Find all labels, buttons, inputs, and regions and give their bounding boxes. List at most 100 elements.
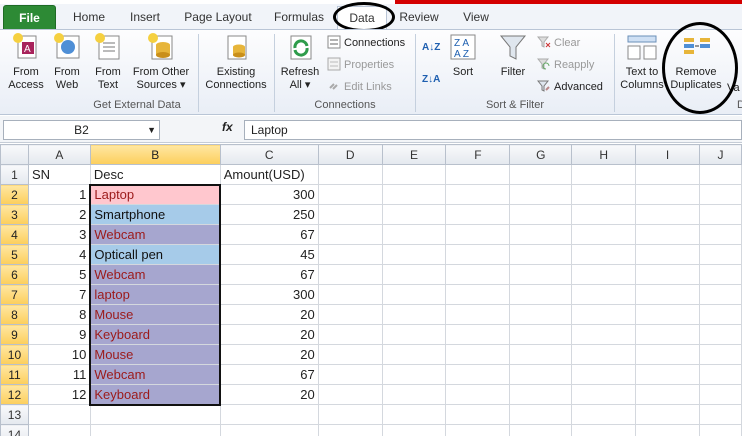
from-access-button[interactable]: A From Access	[6, 32, 46, 92]
tab-page-layout[interactable]: Page Layout	[183, 6, 253, 29]
clear-button[interactable]: Clear	[536, 34, 580, 52]
cell[interactable]	[698, 164, 742, 185]
cell[interactable]	[635, 364, 700, 385]
cell[interactable]	[381, 364, 447, 385]
cell[interactable]	[381, 424, 447, 436]
cell[interactable]	[698, 324, 742, 345]
cell[interactable]	[509, 264, 573, 285]
cell[interactable]	[635, 424, 700, 436]
cell-selected[interactable]: laptop	[89, 284, 222, 305]
cell[interactable]	[509, 404, 573, 425]
cell[interactable]	[571, 184, 637, 205]
cell[interactable]	[635, 324, 700, 345]
cell[interactable]: 3	[27, 224, 91, 245]
advanced-filter-button[interactable]: Advanced	[536, 78, 603, 96]
tab-review[interactable]: Review	[395, 6, 443, 29]
cell[interactable]	[509, 164, 573, 185]
cell[interactable]	[317, 384, 383, 405]
sort-descending-button[interactable]: Z↓A	[422, 70, 440, 88]
cell[interactable]	[509, 224, 573, 245]
cell[interactable]	[445, 244, 511, 265]
cell[interactable]	[317, 164, 383, 185]
cell[interactable]	[635, 244, 700, 265]
column-header-g[interactable]: G	[509, 144, 573, 165]
cell[interactable]: 10	[27, 344, 91, 365]
cell[interactable]	[635, 344, 700, 365]
cell[interactable]	[509, 384, 573, 405]
cell[interactable]: 9	[27, 324, 91, 345]
cell[interactable]: 20	[219, 324, 319, 345]
cell[interactable]	[571, 244, 637, 265]
cell[interactable]	[698, 184, 742, 205]
cell[interactable]	[317, 264, 383, 285]
cell[interactable]	[698, 384, 742, 405]
cell[interactable]: 12	[27, 384, 91, 405]
cell[interactable]	[445, 384, 511, 405]
edit-links-button[interactable]: Edit Links	[327, 78, 392, 96]
cell[interactable]	[571, 284, 637, 305]
cell[interactable]	[635, 164, 700, 185]
cell[interactable]	[317, 204, 383, 225]
cell[interactable]	[381, 264, 447, 285]
cell[interactable]	[698, 204, 742, 225]
tab-formulas[interactable]: Formulas	[269, 6, 329, 29]
text-to-columns-button[interactable]: Text to Columns	[619, 32, 665, 92]
cell[interactable]	[381, 344, 447, 365]
cell[interactable]	[445, 164, 511, 185]
select-all-corner[interactable]	[0, 144, 29, 165]
cell[interactable]	[698, 224, 742, 245]
cell-selected[interactable]: Opticall pen	[89, 244, 222, 265]
cell[interactable]	[317, 244, 383, 265]
refresh-all-button[interactable]: Refresh All ▾	[279, 32, 321, 92]
cell[interactable]: SN	[27, 164, 91, 185]
cell[interactable]	[509, 304, 573, 325]
cell[interactable]: 11	[27, 364, 91, 385]
cell[interactable]	[317, 184, 383, 205]
cell[interactable]	[571, 224, 637, 245]
cell[interactable]	[571, 344, 637, 365]
cell[interactable]	[219, 404, 319, 425]
cell[interactable]	[381, 244, 447, 265]
cell[interactable]	[698, 244, 742, 265]
row-header[interactable]: 5	[0, 244, 29, 265]
existing-connections-button[interactable]: Existing Connections	[202, 32, 270, 92]
cell[interactable]: 4	[27, 244, 91, 265]
cell[interactable]	[698, 304, 742, 325]
cell[interactable]	[635, 304, 700, 325]
row-header[interactable]: 3	[0, 204, 29, 225]
from-other-sources-button[interactable]: From Other Sources ▾	[130, 32, 192, 92]
cell[interactable]	[635, 224, 700, 245]
row-header[interactable]: 12	[0, 384, 29, 405]
tab-file[interactable]: File	[3, 5, 56, 30]
cell[interactable]	[381, 224, 447, 245]
filter-button[interactable]: Filter	[496, 32, 530, 79]
column-header-h[interactable]: H	[571, 144, 637, 165]
tab-insert[interactable]: Insert	[122, 6, 168, 29]
cell-selected[interactable]: Webcam	[89, 364, 222, 385]
cell[interactable]	[571, 404, 637, 425]
cell[interactable]	[571, 384, 637, 405]
cell[interactable]	[635, 184, 700, 205]
cell[interactable]: 250	[219, 204, 319, 225]
row-header[interactable]: 6	[0, 264, 29, 285]
cell[interactable]	[509, 324, 573, 345]
cell[interactable]	[635, 404, 700, 425]
cell[interactable]	[571, 204, 637, 225]
cell[interactable]	[381, 164, 447, 185]
column-header-i[interactable]: I	[635, 144, 700, 165]
cell[interactable]	[698, 424, 742, 436]
column-header-e[interactable]: E	[381, 144, 447, 165]
cell[interactable]	[635, 264, 700, 285]
cell[interactable]	[381, 384, 447, 405]
cell[interactable]: 67	[219, 224, 319, 245]
sort-ascending-button[interactable]: A↓Z	[422, 38, 440, 56]
cell-selected[interactable]: Mouse	[89, 344, 222, 365]
cell[interactable]	[445, 264, 511, 285]
column-header-j[interactable]: J	[698, 144, 742, 165]
tab-home[interactable]: Home	[64, 6, 114, 29]
cell[interactable]	[698, 404, 742, 425]
cell[interactable]	[509, 344, 573, 365]
cell[interactable]	[635, 384, 700, 405]
row-header[interactable]: 9	[0, 324, 29, 345]
cell[interactable]	[571, 364, 637, 385]
